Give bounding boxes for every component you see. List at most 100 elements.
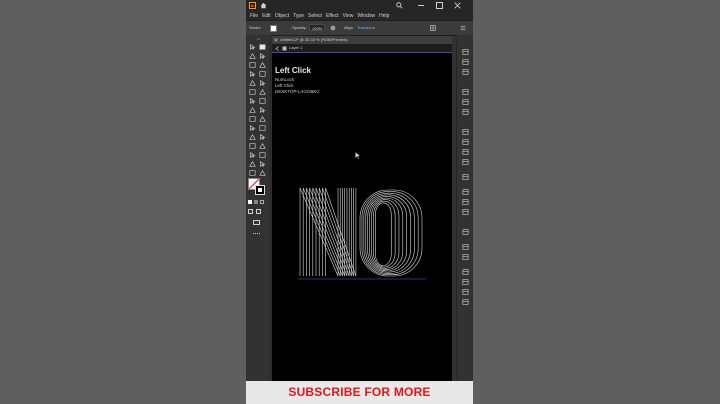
- hand-tool-icon[interactable]: [249, 170, 256, 176]
- free-transform-tool-icon[interactable]: [259, 107, 266, 113]
- opentype-panel-icon[interactable]: [462, 292, 469, 305]
- keystroke-action: Left Click: [275, 66, 312, 75]
- transform-button[interactable]: Transform: [357, 25, 375, 30]
- align-button[interactable]: Align: [344, 25, 353, 30]
- more-tools-button[interactable]: [253, 233, 260, 235]
- isolation-bar: Layer 1: [272, 44, 452, 53]
- perspective-tool-icon[interactable]: [249, 125, 256, 131]
- appearance-panel-icon[interactable]: [462, 122, 469, 135]
- transform-panel-icon[interactable]: [462, 92, 469, 105]
- document-title: Untitled-2* @ 33.33 % (RGB/Preview): [280, 37, 348, 42]
- grid-icon[interactable]: [430, 25, 436, 31]
- opacity-field[interactable]: 100%: [309, 24, 325, 31]
- menu-bar: File Edit Object Type Select Effect View…: [246, 11, 473, 20]
- graphic-styles-panel-icon[interactable]: [462, 222, 469, 235]
- illustrator-window: Ai File Edit Object Type Select Effect V…: [246, 0, 473, 404]
- shape-builder-tool-icon[interactable]: [249, 116, 256, 122]
- document-tab[interactable]: Untitled-2* @ 33.33 % (RGB/Preview): [272, 36, 452, 44]
- panel-menu-icon[interactable]: [460, 25, 466, 31]
- blend-stroke: [375, 202, 392, 267]
- mouse-cursor-icon: [355, 152, 361, 160]
- curvature-tool-icon[interactable]: [259, 62, 266, 68]
- menu-edit[interactable]: Edit: [262, 13, 271, 19]
- tab-close-icon[interactable]: [274, 38, 278, 42]
- character-panel-icon[interactable]: [462, 272, 469, 285]
- line-tool-icon[interactable]: [259, 71, 266, 77]
- fill-stroke-swatch[interactable]: [248, 178, 265, 195]
- menu-help[interactable]: Help: [379, 13, 389, 19]
- minimize-button[interactable]: [418, 5, 424, 6]
- swatches-panel-icon[interactable]: [462, 182, 469, 195]
- recolor-icon[interactable]: [330, 25, 336, 31]
- blend-stroke: [318, 187, 352, 277]
- symbol-sprayer-tool-icon[interactable]: [259, 143, 266, 149]
- libraries-panel-icon[interactable]: [462, 52, 469, 65]
- artboards-panel-icon[interactable]: [462, 262, 469, 275]
- column-graph-tool-icon[interactable]: [249, 152, 256, 158]
- home-icon[interactable]: [260, 2, 267, 9]
- transparency-panel-icon[interactable]: [462, 152, 469, 165]
- banner-text: SUBSCRIBE FOR MORE: [288, 385, 431, 399]
- type-tool-icon[interactable]: [249, 71, 256, 77]
- stroke-label: Stroke: [249, 25, 261, 30]
- pathfinder-panel-icon[interactable]: [462, 102, 469, 115]
- gradient-panel-icon[interactable]: [462, 142, 469, 155]
- selection-tool-icon[interactable]: [249, 44, 256, 50]
- eraser-tool-icon[interactable]: [259, 161, 266, 167]
- cc-libraries-panel-icon[interactable]: [462, 62, 469, 75]
- layers-panel-icon[interactable]: [462, 247, 469, 260]
- menu-file[interactable]: File: [250, 13, 258, 19]
- keystroke-line: DESKTOP-LAGOBKC: [275, 89, 320, 94]
- properties-panel-icon[interactable]: [462, 42, 469, 55]
- shaper-tool-icon[interactable]: [249, 89, 256, 95]
- rotate-tool-icon[interactable]: [249, 98, 256, 104]
- brushes-panel-icon[interactable]: [462, 192, 469, 205]
- gradient-tool-icon[interactable]: [249, 134, 256, 140]
- stroke-swatch[interactable]: [270, 25, 277, 32]
- eyedropper-tool-icon[interactable]: [259, 134, 266, 140]
- screen-mode-button[interactable]: [253, 220, 260, 225]
- pencil-tool-icon[interactable]: [259, 89, 266, 95]
- title-bar: Ai: [246, 0, 473, 11]
- maximize-button[interactable]: [436, 2, 443, 9]
- control-bar: Stroke Opacity: 100% Align Transform: [246, 20, 473, 36]
- blend-artwork-no[interactable]: [298, 184, 428, 284]
- menu-select[interactable]: Select: [308, 13, 322, 19]
- opacity-label: Opacity:: [292, 25, 307, 30]
- color-mode-buttons[interactable]: [248, 200, 266, 205]
- blend-tool-icon[interactable]: [249, 143, 256, 149]
- comments-panel-icon[interactable]: [462, 237, 469, 250]
- search-icon[interactable]: [396, 2, 403, 9]
- menu-object[interactable]: Object: [275, 13, 289, 19]
- symbols-panel-icon[interactable]: [462, 202, 469, 215]
- zoom-tool-icon[interactable]: [259, 170, 266, 176]
- tools-toggle-icon[interactable]: [256, 37, 261, 41]
- magic-wand-tool-icon[interactable]: [249, 53, 256, 59]
- direct-selection-tool-icon[interactable]: [259, 44, 266, 50]
- keystroke-overlay: Left Click NumLock Left Click DESKTOP-LA…: [275, 66, 320, 95]
- layer-icon: [282, 46, 287, 51]
- menu-effect[interactable]: Effect: [326, 13, 339, 19]
- align-panel-icon[interactable]: [462, 82, 469, 95]
- draw-mode-buttons[interactable]: [248, 209, 266, 214]
- back-arrow-icon[interactable]: [275, 46, 280, 51]
- rectangle-tool-icon[interactable]: [249, 80, 256, 86]
- paintbrush-tool-icon[interactable]: [259, 80, 266, 86]
- artboard-tool-icon[interactable]: [259, 152, 266, 158]
- paragraph-panel-icon[interactable]: [462, 282, 469, 295]
- color-panel-icon[interactable]: [462, 167, 469, 180]
- menu-window[interactable]: Window: [357, 13, 375, 19]
- live-paint-tool-icon[interactable]: [259, 116, 266, 122]
- lasso-tool-icon[interactable]: [259, 53, 266, 59]
- reflect-tool-icon[interactable]: [259, 98, 266, 104]
- pen-tool-icon[interactable]: [249, 62, 256, 68]
- close-icon[interactable]: [454, 2, 461, 9]
- mesh-tool-icon[interactable]: [259, 125, 266, 131]
- width-tool-icon[interactable]: [249, 107, 256, 113]
- slice-tool-icon[interactable]: [249, 161, 256, 167]
- blend-stroke: [361, 191, 419, 276]
- menu-type[interactable]: Type: [293, 13, 304, 19]
- stroke-panel-icon[interactable]: [462, 132, 469, 145]
- menu-view[interactable]: View: [343, 13, 354, 19]
- stroke-swatch-tool[interactable]: [255, 185, 265, 195]
